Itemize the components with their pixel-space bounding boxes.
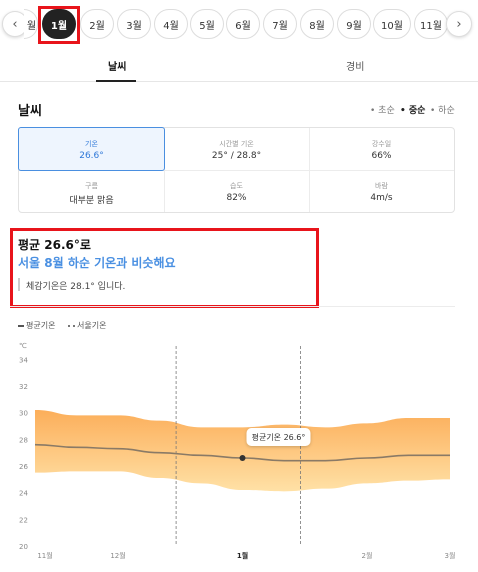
month-pill-6[interactable]: 6월 <box>226 9 260 39</box>
month-pill-5[interactable]: 5월 <box>190 9 224 39</box>
summary-average: 평균 26.6°로 <box>18 238 91 252</box>
stat-hourly[interactable]: 시간별 기온 25° / 28.8° <box>164 128 309 170</box>
temperature-range-band <box>35 410 450 492</box>
y-tick-label: 32 <box>19 383 28 391</box>
month-pill-label: 6월 <box>235 20 251 32</box>
month-pill-label: 11월 <box>420 20 442 32</box>
next-month-button[interactable]: › <box>446 11 472 37</box>
month-pill-partial[interactable]: 월 <box>24 9 38 39</box>
x-tick-label: 11월 <box>37 551 52 560</box>
stat-precip[interactable]: 강수일 66% <box>309 128 454 170</box>
stat-value: 4m/s <box>370 193 393 203</box>
season-late-label: 하순 <box>438 106 455 116</box>
tooltip-text: 평균기온 26.6° <box>252 432 306 442</box>
stat-value: 66% <box>371 151 392 161</box>
month-pill-7[interactable]: 7월 <box>263 9 297 39</box>
stat-label: 강수일 <box>371 140 392 148</box>
dotted-line-icon <box>68 324 75 327</box>
month-selector: ‹ 월 1월 2월 3월 4월 5월 6월 7월 8월 9월 10월 11월 › <box>0 0 478 50</box>
season-late[interactable]: • 하순 <box>430 103 455 116</box>
legend-seoul: 서울기온 <box>68 320 106 331</box>
chevron-left-icon: ‹ <box>12 16 18 32</box>
month-pill-8[interactable]: 8월 <box>300 9 334 39</box>
selected-month-highlight <box>38 6 80 44</box>
x-tick-label: 2월 <box>362 551 373 560</box>
season-early[interactable]: • 초순 <box>370 103 395 116</box>
weather-stats-grid: 기온 26.6° 시간별 기온 25° / 28.8° 강수일 66% 구름 대… <box>18 127 455 213</box>
quote-bar <box>18 278 20 291</box>
x-tick-label: 1월 <box>237 551 248 560</box>
tooltip-point[interactable] <box>239 455 246 461</box>
stat-value: 26.6° <box>79 151 104 161</box>
stat-wind[interactable]: 바람 4m/s <box>309 170 454 212</box>
month-pill-label: 7월 <box>272 20 288 32</box>
month-pill-4[interactable]: 4월 <box>154 9 188 39</box>
legend-average: 평균기온 <box>18 320 55 331</box>
month-pill-2[interactable]: 2월 <box>80 9 114 39</box>
y-tick-label: 20 <box>19 543 28 551</box>
y-tick-label: 30 <box>19 410 28 418</box>
tab-underline <box>96 80 136 82</box>
temperature-chart: ℃ 20 22 24 26 28 30 32 34 11월 12월 1월 2월 3월 평균기온 26.6° <box>19 342 456 560</box>
stat-label: 습도 <box>230 182 243 190</box>
month-pill-label: 8월 <box>309 20 325 32</box>
month-pill-label: 2월 <box>89 20 105 32</box>
stat-value: 대부분 맑음 <box>69 196 114 206</box>
x-tick-label: 12월 <box>110 551 125 560</box>
season-mid-label: 중순 <box>408 106 426 116</box>
stat-humidity[interactable]: 습도 82% <box>164 170 309 212</box>
solid-line-icon <box>18 324 24 327</box>
tab-cost[interactable]: 경비 <box>346 58 364 73</box>
month-pill-9[interactable]: 9월 <box>337 9 371 39</box>
stat-value: 25° / 28.8° <box>211 151 262 161</box>
y-tick-label: 26 <box>19 463 28 471</box>
stat-label: 시간별 기온 <box>219 140 254 148</box>
legend-average-label: 평균기온 <box>26 321 56 330</box>
stat-label: 구름 <box>85 182 98 190</box>
stat-temp[interactable]: 기온 26.6° <box>18 127 165 171</box>
y-tick-label: 24 <box>19 490 28 498</box>
month-pill-10[interactable]: 10월 <box>373 9 411 39</box>
y-tick-label: 28 <box>19 436 28 444</box>
month-pill-label: 5월 <box>199 20 215 32</box>
season-mid[interactable]: • 중순 <box>400 103 425 116</box>
section-divider <box>10 306 455 307</box>
season-early-label: 초순 <box>378 106 395 116</box>
summary-comparison: 서울 8월 하순 기온과 비슷해요 <box>18 256 176 270</box>
month-pill-label: 4월 <box>163 20 179 32</box>
tab-weather[interactable]: 날씨 <box>108 58 126 73</box>
stat-value: 82% <box>226 193 247 203</box>
y-tick-label: 22 <box>19 516 28 524</box>
legend-seoul-label: 서울기온 <box>77 321 107 330</box>
x-tick-label: 3월 <box>445 551 456 560</box>
stat-label: 기온 <box>85 140 98 148</box>
chevron-right-icon: › <box>456 16 462 32</box>
month-pill-label: 3월 <box>126 20 142 32</box>
y-axis-unit: ℃ <box>19 342 27 350</box>
month-pill-3[interactable]: 3월 <box>117 9 151 39</box>
tab-bar: 날씨 경비 <box>0 50 478 82</box>
y-tick-label: 34 <box>19 356 28 364</box>
month-pill-label: 월 <box>26 20 37 32</box>
summary-feels-like: 체감기온은 28.1° 입니다. <box>26 282 126 292</box>
month-pill-11[interactable]: 11월 <box>414 9 448 39</box>
stat-cloud[interactable]: 구름 대부분 맑음 <box>19 170 164 212</box>
month-pill-label: 9월 <box>346 20 362 32</box>
weather-title: 날씨 <box>18 104 42 119</box>
stat-label: 바람 <box>375 182 388 190</box>
month-pill-label: 10월 <box>381 20 403 32</box>
